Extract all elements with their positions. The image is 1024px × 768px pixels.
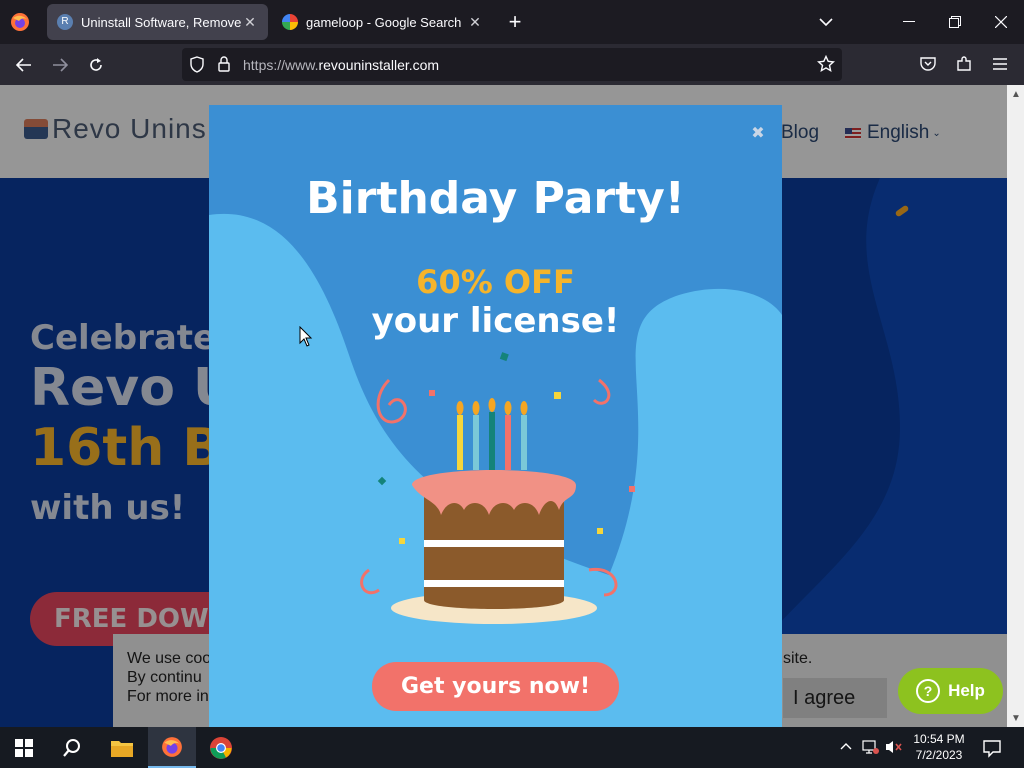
back-icon[interactable]	[9, 50, 39, 80]
scroll-down-icon[interactable]: ▼	[1011, 713, 1021, 724]
maximize-icon[interactable]	[932, 0, 978, 44]
popup-close-button[interactable]: ✖	[749, 125, 767, 143]
get-yours-now-button[interactable]: Get yours now!	[372, 662, 619, 711]
search-icon[interactable]	[48, 727, 96, 768]
system-clock[interactable]: 10:54 PM 7/2/2023	[904, 731, 974, 763]
plus-icon: +	[508, 9, 522, 34]
google-favicon-icon	[282, 14, 298, 30]
tab-title: Uninstall Software, Remove pro	[81, 14, 242, 30]
tab-title: gameloop - Google Search	[306, 14, 462, 30]
pocket-icon[interactable]	[919, 56, 937, 72]
tab-revo[interactable]: R Uninstall Software, Remove pro ✕	[47, 4, 268, 40]
popup-discount: 60% OFF	[416, 263, 575, 301]
birthday-promo-modal: ✖ Birthday Party! 60% OFF your license!	[209, 105, 782, 727]
notification-icon[interactable]	[982, 738, 1002, 758]
popup-title: Birthday Party!	[306, 173, 685, 224]
forward-icon[interactable]	[45, 50, 75, 80]
mouse-cursor-icon	[299, 325, 313, 348]
clock-date: 7/2/2023	[915, 748, 963, 762]
bookmark-star-icon[interactable]	[816, 54, 836, 73]
clock-time: 10:54 PM	[913, 732, 965, 746]
volume-muted-icon[interactable]	[885, 739, 903, 755]
help-button[interactable]: ? Help	[898, 668, 1003, 714]
shield-icon[interactable]	[189, 56, 205, 73]
tab-close-icon[interactable]: ✕	[242, 14, 258, 31]
close-icon[interactable]	[978, 0, 1024, 44]
extensions-icon[interactable]	[955, 55, 973, 73]
tab-google[interactable]: gameloop - Google Search ✕	[272, 4, 493, 40]
page-scrollbar[interactable]: ▲ ▼	[1007, 85, 1024, 727]
lock-icon[interactable]	[217, 56, 231, 72]
minimize-icon[interactable]	[886, 0, 932, 44]
scroll-up-icon[interactable]: ▲	[1011, 89, 1021, 100]
question-icon: ?	[916, 679, 941, 703]
reload-icon[interactable]	[81, 50, 111, 80]
menu-icon[interactable]	[992, 57, 1008, 71]
new-tab-button[interactable]: +	[503, 10, 527, 34]
network-icon[interactable]	[862, 739, 880, 755]
revo-favicon-icon: R	[57, 14, 73, 30]
chrome-icon[interactable]	[197, 727, 245, 768]
tab-close-icon[interactable]: ✕	[467, 14, 483, 31]
firefox-icon[interactable]	[10, 12, 30, 32]
popup-subtitle: your license!	[371, 301, 620, 341]
show-hidden-icons-icon[interactable]	[839, 739, 853, 753]
file-explorer-icon[interactable]	[98, 727, 146, 768]
url-text[interactable]: https://www.revouninstaller.com	[243, 57, 439, 73]
firefox-taskbar-icon[interactable]	[148, 727, 196, 768]
windows-start-icon[interactable]	[0, 727, 48, 768]
tab-list-icon[interactable]	[803, 0, 849, 44]
close-x-icon: ✖	[751, 125, 765, 142]
birthday-cake-image	[360, 352, 635, 624]
